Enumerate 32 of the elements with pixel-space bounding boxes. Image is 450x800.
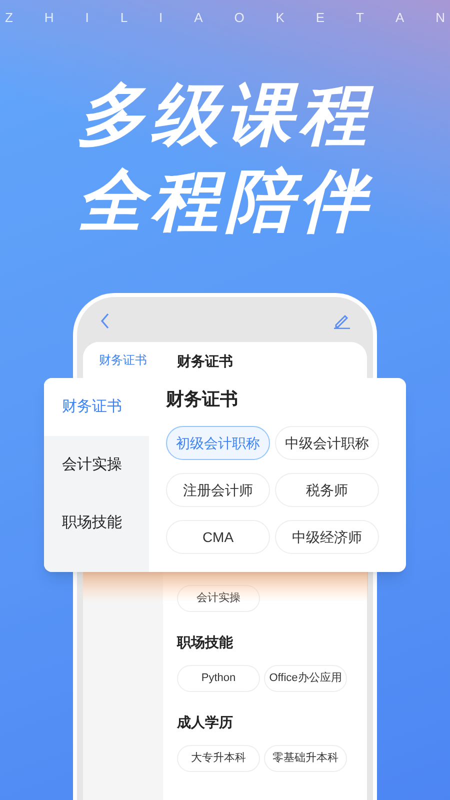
headline: 全程陪伴 xyxy=(77,162,373,241)
category-tab[interactable]: 财务证书 xyxy=(44,378,149,436)
section-title: 成人学历 xyxy=(177,713,234,732)
brand-letter: T xyxy=(356,9,364,28)
brand-letter: O xyxy=(234,9,244,28)
course-chip[interactable]: 会计实操 xyxy=(177,585,260,612)
edit-icon[interactable] xyxy=(333,312,351,328)
brand-letter: K xyxy=(276,9,284,28)
course-chip[interactable]: 中级经济师 xyxy=(275,520,379,554)
brand-letter: N xyxy=(436,9,445,28)
course-chip[interactable]: 中级会计职称 xyxy=(275,426,379,460)
sidebar-item[interactable]: 财务证书 xyxy=(83,342,163,378)
brand-letter: E xyxy=(316,9,325,28)
section-title: 财务证书 xyxy=(177,352,234,371)
brand-letter: A xyxy=(395,9,404,28)
course-chip[interactable]: CMA xyxy=(166,520,270,554)
headline: 多级课程 xyxy=(77,76,373,155)
back-icon[interactable] xyxy=(99,312,111,328)
brand-letter: Z xyxy=(5,9,13,28)
brand-letter: A xyxy=(194,9,203,28)
brand-letter: H xyxy=(44,9,54,28)
course-chip[interactable]: Office办公应用 xyxy=(264,665,347,692)
course-chip[interactable]: 注册会计师 xyxy=(166,473,270,507)
course-chip[interactable]: 零基础升本科 xyxy=(264,745,347,772)
category-title: 财务证书 xyxy=(166,388,239,411)
brand-letter: L xyxy=(120,9,128,28)
brand-letter: I xyxy=(159,9,163,28)
course-chip[interactable]: 税务师 xyxy=(275,473,379,507)
course-chip[interactable]: 大专升本科 xyxy=(177,745,260,772)
section-title: 职场技能 xyxy=(177,633,234,652)
brand-letter: I xyxy=(85,9,89,28)
course-chip[interactable]: Python xyxy=(177,665,260,692)
